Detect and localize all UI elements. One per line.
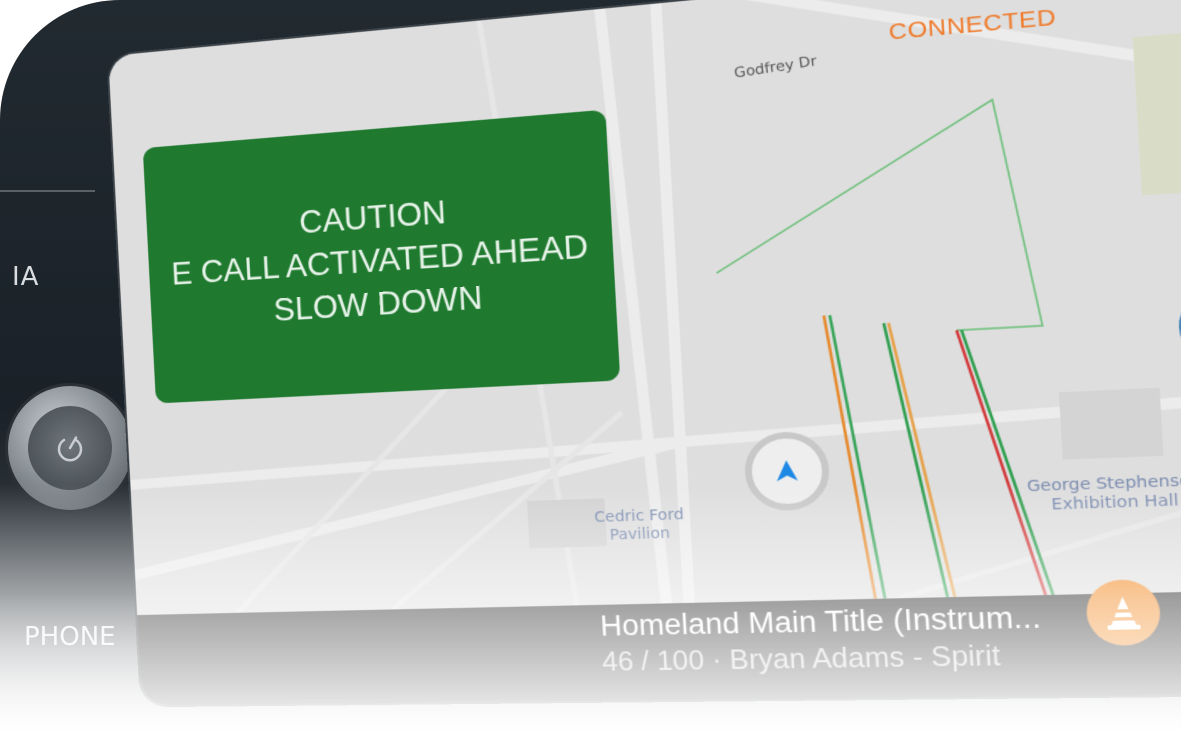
caution-alert-banner: CAUTION E CALL ACTIVATED AHEAD SLOW DOWN: [142, 109, 621, 404]
sidebar-item-phone[interactable]: PHONE: [24, 622, 116, 652]
poi-name-line-1: Cedric Ford: [593, 506, 685, 527]
vlc-cone-icon: [1107, 596, 1141, 630]
poi-name-line-2: Pavilion: [609, 524, 671, 544]
poi-cedric-ford-pavilion[interactable]: Cedric Ford Pavilion: [594, 506, 686, 545]
navigation-arrow-icon: [775, 459, 798, 482]
poi-george-stephenson-exhibition-hall[interactable]: George Stephenson Exhibition Hall: [1027, 472, 1181, 516]
sidebar-divider: [0, 190, 95, 192]
power-knob[interactable]: [8, 386, 132, 510]
sidebar-item-media[interactable]: IA: [12, 262, 39, 292]
infotainment-screen: CAUTION E CALL ACTIVATED AHEAD SLOW DOWN…: [108, 0, 1181, 706]
car-dashboard: IA CAUTION E CALL ACTIVATED AHEAD SLOW D…: [0, 0, 1181, 743]
now-playing-subtitle: 46 / 100 · Bryan Adams - Spirit: [601, 640, 1002, 678]
power-knob-icon: [28, 406, 112, 490]
